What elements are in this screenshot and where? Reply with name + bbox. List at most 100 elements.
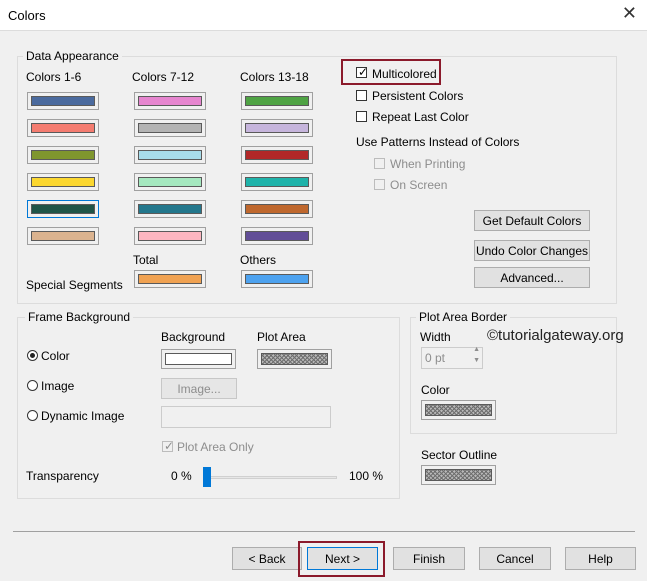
image-radio[interactable] [27,380,38,391]
colors-7-12-label: Colors 7-12 [132,70,195,84]
color-swatch[interactable] [241,92,313,110]
color-swatch[interactable] [27,173,99,191]
dynamic-image-radio[interactable] [27,410,38,421]
color-swatch-fill [31,123,95,133]
watermark-text: ©tutorialgateway.org [487,327,624,344]
color-radio-label: Color [41,349,70,363]
color-swatch-fill [138,123,202,133]
persistent-colors-checkbox[interactable] [356,90,367,101]
color-swatch[interactable] [134,173,206,191]
others-color-fill [245,274,309,284]
width-stepper[interactable]: 0 pt ▲ ▼ [421,346,483,369]
color-swatch-fill [138,204,202,214]
total-color-swatch[interactable] [134,270,206,288]
multicolored-label: Multicolored [372,67,437,81]
color-swatch-fill [245,150,309,160]
color-swatch[interactable] [27,92,99,110]
spin-down-icon[interactable]: ▼ [473,357,480,364]
border-color-fill [425,404,492,416]
color-swatch[interactable] [241,227,313,245]
get-default-colors-button[interactable]: Get Default Colors [474,210,590,231]
cancel-button[interactable]: Cancel [479,547,551,570]
dynamic-image-radio-label: Dynamic Image [41,409,125,423]
plot-area-label: Plot Area [257,330,306,344]
repeat-last-color-checkbox[interactable] [356,111,367,122]
advanced-button[interactable]: Advanced... [474,267,590,288]
color-swatch[interactable] [27,200,99,218]
checkmark-icon: ✓ [164,439,175,453]
transparency-slider-thumb[interactable] [203,467,211,487]
color-swatch-fill [31,177,95,187]
color-swatch[interactable] [134,200,206,218]
plot-area-pattern-swatch[interactable] [257,349,332,369]
color-swatch-fill [138,96,202,106]
on-screen-checkbox[interactable] [374,179,385,190]
close-icon[interactable]: ✕ [622,3,637,24]
sector-outline-swatch[interactable] [421,465,496,485]
sector-outline-fill [425,469,492,481]
repeat-last-color-label: Repeat Last Color [372,110,469,124]
border-color-swatch[interactable] [421,400,496,420]
when-printing-checkbox[interactable] [374,158,385,169]
transparency-min-label: 0 % [171,469,192,483]
transparency-max-label: 100 % [349,469,384,483]
transparency-label: Transparency [26,469,99,483]
when-printing-label: When Printing [390,157,466,171]
finish-button[interactable]: Finish [393,547,465,570]
footer-separator [13,531,635,532]
plot-area-pattern-fill [261,353,328,365]
color-swatch-fill [31,231,95,241]
color-swatch[interactable] [241,146,313,164]
color-swatch-fill [245,123,309,133]
sector-outline-label: Sector Outline [421,448,498,462]
color-swatch-fill [245,96,309,106]
color-swatch[interactable] [134,92,206,110]
spin-up-icon[interactable]: ▲ [473,346,480,353]
color-swatch[interactable] [241,173,313,191]
color-swatch-fill [245,231,309,241]
colors-13-18-label: Colors 13-18 [240,70,309,84]
color-swatch[interactable] [134,119,206,137]
plot-area-only-checkbox[interactable]: ✓ [162,439,175,453]
total-color-fill [138,274,202,284]
color-swatch[interactable] [134,146,206,164]
width-value: 0 pt [425,351,446,365]
color-swatch[interactable] [27,119,99,137]
plot-area-only-label: Plot Area Only [177,440,254,454]
dynamic-image-field[interactable] [161,406,331,428]
color-swatch-fill [245,204,309,214]
back-button[interactable]: < Back [232,547,302,570]
background-color-fill [165,353,232,365]
color-swatch-fill [138,231,202,241]
color-swatch-fill [31,96,95,106]
color-swatch[interactable] [27,146,99,164]
color-radio[interactable] [27,350,38,361]
window-title: Colors [8,8,46,23]
on-screen-label: On Screen [390,178,448,192]
help-button[interactable]: Help [565,547,636,570]
color-swatch[interactable] [134,227,206,245]
color-swatch-fill [245,177,309,187]
persistent-colors-label: Persistent Colors [372,89,464,103]
color-swatch-fill [138,177,202,187]
color-swatch-fill [31,204,95,214]
radio-selected-dot [30,353,35,358]
patterns-label: Use Patterns Instead of Colors [356,135,520,149]
image-radio-label: Image [41,379,75,393]
next-button[interactable]: Next > [307,547,378,570]
color-swatch-fill [31,150,95,160]
others-label: Others [240,253,277,267]
transparency-slider-track[interactable] [205,476,337,479]
colors-1-6-label: Colors 1-6 [26,70,82,84]
others-color-swatch[interactable] [241,270,313,288]
border-color-label: Color [421,383,450,397]
multicolored-checkbox[interactable]: ✓ [356,65,368,79]
undo-color-changes-button[interactable]: Undo Color Changes [474,240,590,261]
data-appearance-label: Data Appearance [23,49,122,63]
color-swatch[interactable] [241,200,313,218]
background-color-swatch[interactable] [161,349,236,369]
total-label: Total [133,253,159,267]
image-button[interactable]: Image... [161,378,237,399]
color-swatch[interactable] [241,119,313,137]
color-swatch[interactable] [27,227,99,245]
